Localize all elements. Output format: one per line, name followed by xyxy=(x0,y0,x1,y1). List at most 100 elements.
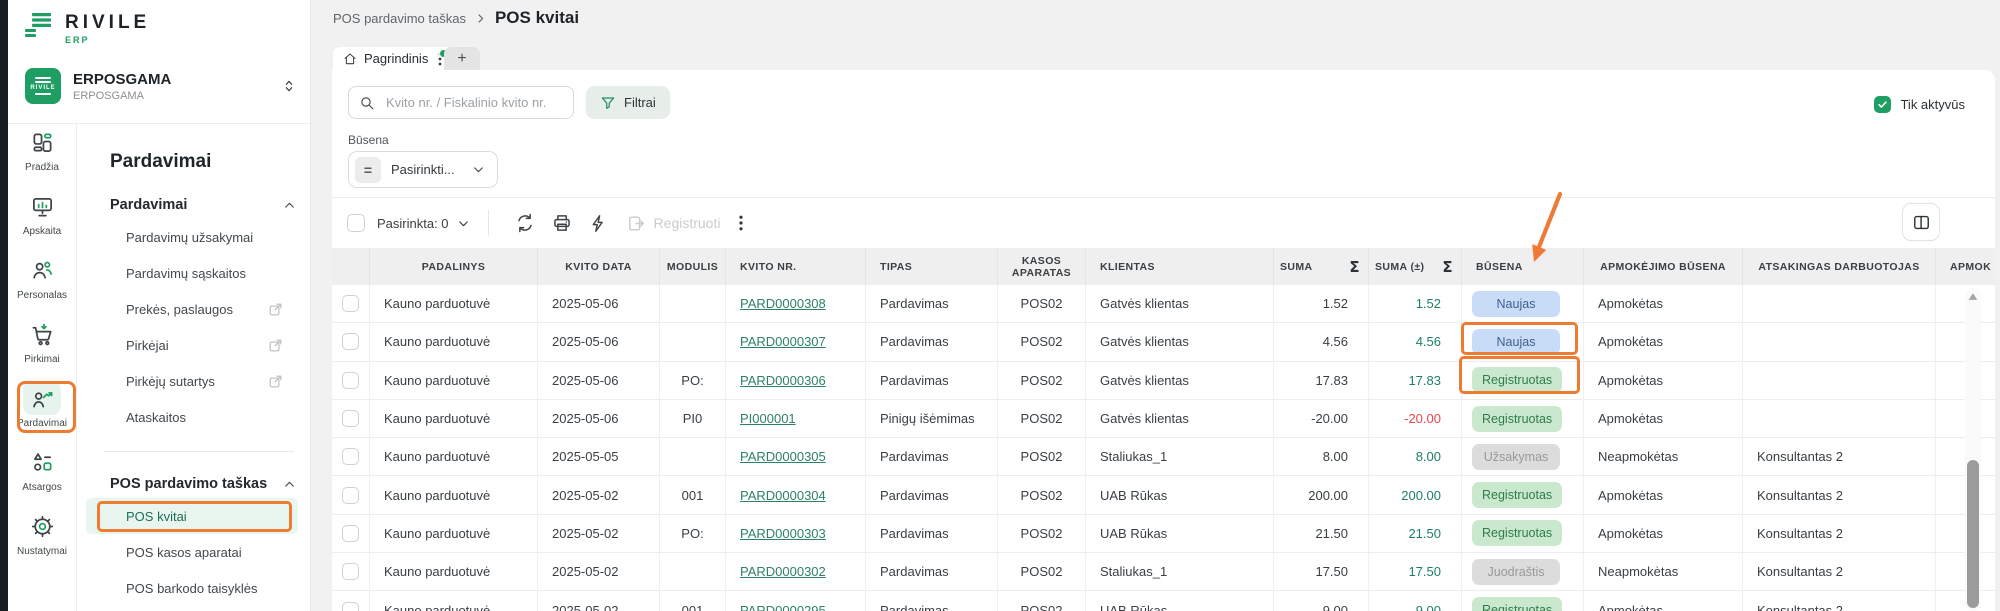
sidebar-item-pardavimu-uzsakymai[interactable]: Pardavimų užsakymai xyxy=(86,219,298,255)
rail-item-label: Personalas xyxy=(17,290,67,301)
rail-item-apskaita[interactable]: Apskaita xyxy=(11,189,73,245)
receipt-link[interactable]: PARD0000305 xyxy=(740,449,826,464)
row-checkbox[interactable] xyxy=(342,333,359,350)
column-header-atsakingas[interactable]: ATSAKINGAS DARBUOTOJAS xyxy=(1743,248,1936,285)
rail-item-pradzia[interactable]: Pradžia xyxy=(11,125,73,181)
table-row: Kauno parduotuvė2025-05-02001PARD0000295… xyxy=(332,591,1995,611)
kebab-menu-icon[interactable] xyxy=(739,215,743,231)
search-input[interactable] xyxy=(384,94,564,111)
select-all-checkbox[interactable] xyxy=(347,214,365,232)
row-checkbox[interactable] xyxy=(342,448,359,465)
column-header-kvito_data[interactable]: KVITO DATA xyxy=(538,248,660,285)
column-settings-button[interactable] xyxy=(1902,203,1940,241)
sidebar-section-pardavimai[interactable]: Pardavimai xyxy=(110,197,296,213)
sidebar-item-pos-kasos-aparatai[interactable]: POS kasos aparatai xyxy=(86,534,298,570)
breadcrumb: POS pardavimo taškas POS kvitai xyxy=(333,8,579,28)
rivile-logo-icon xyxy=(25,12,53,38)
chevron-up-icon xyxy=(283,199,296,212)
receipt-link[interactable]: PARD0000295 xyxy=(740,603,826,611)
receipt-link[interactable]: PARD0000308 xyxy=(740,296,826,311)
sidebar-item-ataskaitos[interactable]: Ataskaitos xyxy=(86,399,298,435)
amount: 9.00 xyxy=(1323,603,1348,611)
column-header-apmok_cut[interactable]: APMOK xyxy=(1936,248,1995,285)
add-tab-button[interactable]: + xyxy=(444,47,480,70)
sum-aggregate-suma_pm[interactable]: Σ xyxy=(1436,261,1453,273)
register-button[interactable]: Registruoti xyxy=(627,214,721,233)
table-header-row: PADALINYSKVITO DATAMODULISKVITO NR.TIPAS… xyxy=(332,248,1995,285)
column-header-kvito_nr[interactable]: KVITO NR. xyxy=(726,248,866,285)
vertical-scrollbar[interactable] xyxy=(1965,288,1981,611)
workspace-name: ERPOSGAMA xyxy=(73,71,171,88)
checkbox-checked-icon[interactable] xyxy=(1874,96,1891,113)
chevron-down-icon[interactable] xyxy=(457,217,470,230)
receipt-link[interactable]: PARD0000304 xyxy=(740,488,826,503)
column-header-tipas[interactable]: TIPAS xyxy=(866,248,998,285)
table-row: Kauno parduotuvė2025-05-02001PARD0000304… xyxy=(332,476,1995,514)
signed-amount: 9.00 xyxy=(1416,603,1441,611)
rail-item-pardavimai[interactable]: Pardavimai xyxy=(11,381,73,437)
tab-label: Pagrindinis xyxy=(364,51,428,66)
scroll-up-icon[interactable] xyxy=(1968,292,1978,301)
sidebar-item-pardavimu-saskaitos[interactable]: Pardavimų sąskaitos xyxy=(86,255,298,291)
column-header-apmokejimo_busena[interactable]: APMOKĖJIMO BŪSENA xyxy=(1584,248,1743,285)
lightning-button[interactable] xyxy=(589,214,608,233)
row-checkbox[interactable] xyxy=(342,410,359,427)
active-only-toggle[interactable]: Tik aktyvūs xyxy=(1874,96,1965,113)
rail-item-pirkimai[interactable]: Pirkimai xyxy=(11,317,73,373)
sidebar-item-pirkeju-sutartys[interactable]: Pirkėjų sutartys xyxy=(86,363,298,399)
row-checkbox[interactable] xyxy=(342,487,359,504)
print-button[interactable] xyxy=(552,213,572,233)
status-badge: Naujas xyxy=(1472,291,1560,317)
sidebar-item-pirkejai[interactable]: Pirkėjai xyxy=(86,327,298,363)
receipts-table: PADALINYSKVITO DATAMODULISKVITO NR.TIPAS… xyxy=(332,248,1995,611)
scrollbar-thumb[interactable] xyxy=(1967,460,1979,608)
amount: 1.52 xyxy=(1323,296,1348,311)
receipt-link[interactable]: PARD0000302 xyxy=(740,564,826,579)
table-row: Kauno parduotuvė2025-05-06PARD0000307Par… xyxy=(332,323,1995,361)
column-header-kasos_aparatas[interactable]: KASOS APARATAS xyxy=(998,248,1086,285)
row-checkbox[interactable] xyxy=(342,525,359,542)
signed-amount: 4.56 xyxy=(1416,334,1441,349)
status-filter-dropdown[interactable]: = Pasirinkti... xyxy=(348,151,498,188)
table-row: Kauno parduotuvė2025-05-06PI0PI000001Pin… xyxy=(332,400,1995,438)
status-badge: Juodraštis xyxy=(1472,559,1560,585)
column-header-suma[interactable]: SUMAΣ xyxy=(1274,248,1369,285)
receipt-link[interactable]: PARD0000307 xyxy=(740,334,826,349)
tab-pagrindinis[interactable]: Pagrindinis xyxy=(333,47,459,70)
rail-item-atsargos[interactable]: Atsargos xyxy=(11,445,73,501)
rivile-logo[interactable]: RIVILE ERP xyxy=(25,12,150,45)
breadcrumb-parent[interactable]: POS pardavimo taškas xyxy=(333,11,466,26)
workspace-switcher[interactable]: RIVILE ERPOSGAMA ERPOSGAMA xyxy=(25,68,297,104)
status-badge: Registruotas xyxy=(1472,367,1562,393)
sidebar-item-pos-kvitai[interactable]: POS kvitai xyxy=(86,498,298,534)
sidebar-section-pos-pardavimo-taskas[interactable]: POS pardavimo taškas xyxy=(110,476,296,492)
receipt-link[interactable]: PARD0000303 xyxy=(740,526,826,541)
unfold-icon[interactable] xyxy=(281,77,297,95)
column-header-padalinys[interactable]: PADALINYS xyxy=(370,248,538,285)
equals-icon: = xyxy=(355,157,381,183)
row-checkbox[interactable] xyxy=(342,295,359,312)
row-checkbox[interactable] xyxy=(342,563,359,580)
row-checkbox[interactable] xyxy=(342,372,359,389)
refresh-button[interactable] xyxy=(515,213,535,233)
row-checkbox[interactable] xyxy=(342,602,359,611)
receipt-link[interactable]: PARD0000306 xyxy=(740,373,826,388)
sidebar-item-pos-barkodo-taisykles[interactable]: POS barkodo taisyklės xyxy=(86,570,298,606)
selected-count-label: Pasirinkta: 0 xyxy=(377,216,449,231)
table-row: Kauno parduotuvė2025-05-06PARD0000308Par… xyxy=(332,285,1995,323)
sum-aggregate-suma[interactable]: Σ xyxy=(1343,261,1360,273)
sidebar: RIVILE ERP RIVILE ERPOSGAMA ERPOSGAMA Pr… xyxy=(8,0,311,611)
rail-item-nustatymai[interactable]: Nustatymai xyxy=(11,509,73,565)
sidebar-item-prekes-paslaugos[interactable]: Prekės, paslaugos xyxy=(86,291,298,327)
column-header-klientas[interactable]: KLIENTAS xyxy=(1086,248,1274,285)
divider xyxy=(332,197,1995,198)
column-header-busena[interactable]: BŪSENA xyxy=(1462,248,1584,285)
page-title: POS kvitai xyxy=(495,8,579,28)
table-row: Kauno parduotuvė2025-05-02PO:PARD0000303… xyxy=(332,515,1995,553)
column-header-modulis[interactable]: MODULIS xyxy=(660,248,726,285)
rail-item-personalas[interactable]: Personalas xyxy=(11,253,73,309)
home-icon xyxy=(343,52,357,66)
filter-button[interactable]: Filtrai xyxy=(586,86,670,119)
column-header-suma_pm[interactable]: SUMA (±)Σ xyxy=(1369,248,1462,285)
receipt-link[interactable]: PI000001 xyxy=(740,411,796,426)
